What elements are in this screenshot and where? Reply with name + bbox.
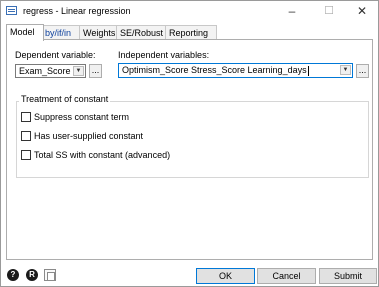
independent-browse-button[interactable]: ... xyxy=(356,64,369,78)
dialog-window: regress - Linear regression – ☐ ✕ Model … xyxy=(0,0,379,287)
maximize-icon[interactable]: ☐ xyxy=(319,3,339,19)
tab-weights[interactable]: Weights xyxy=(79,25,119,40)
tab-se-robust[interactable]: SE/Robust xyxy=(116,25,168,40)
suppress-constant-checkbox[interactable] xyxy=(21,112,31,122)
dependent-variable-label: Dependent variable: xyxy=(15,50,96,60)
ok-button[interactable]: OK xyxy=(196,268,255,284)
independent-variables-label: Independent variables: xyxy=(118,50,210,60)
user-supplied-constant-checkbox[interactable] xyxy=(21,131,31,141)
window-title: regress - Linear regression xyxy=(23,6,131,16)
tab-by-if-in[interactable]: by/if/in xyxy=(41,25,82,40)
chevron-down-icon[interactable]: ▼ xyxy=(73,66,84,76)
title-bar: regress - Linear regression – ☐ ✕ xyxy=(1,1,378,21)
constant-group-title: Treatment of constant xyxy=(19,94,111,104)
reset-icon[interactable]: R xyxy=(26,269,38,281)
minimize-icon[interactable]: – xyxy=(282,3,302,19)
tab-model[interactable]: Model xyxy=(6,24,44,41)
dependent-variable-value: Exam_Score xyxy=(19,66,71,76)
cancel-button[interactable]: Cancel xyxy=(257,268,316,284)
dependent-browse-button[interactable]: ... xyxy=(89,64,102,78)
copy-command-icon[interactable] xyxy=(44,269,56,281)
dependent-variable-combo[interactable]: Exam_Score ▼ xyxy=(15,64,86,78)
text-cursor xyxy=(307,65,309,76)
suppress-constant-label[interactable]: Suppress constant term xyxy=(34,112,129,122)
app-window-icon xyxy=(6,6,17,15)
close-icon[interactable]: ✕ xyxy=(350,3,374,19)
chevron-down-icon[interactable]: ▼ xyxy=(340,65,351,75)
total-ss-constant-label[interactable]: Total SS with constant (advanced) xyxy=(34,150,170,160)
independent-variables-value: Optimism_Score Stress_Score Learning_day… xyxy=(122,65,307,75)
total-ss-constant-checkbox[interactable] xyxy=(21,150,31,160)
help-icon[interactable]: ? xyxy=(7,269,19,281)
independent-variables-combo[interactable]: Optimism_Score Stress_Score Learning_day… xyxy=(118,63,353,78)
user-supplied-constant-label[interactable]: Has user-supplied constant xyxy=(34,131,143,141)
submit-button[interactable]: Submit xyxy=(319,268,377,284)
tab-reporting[interactable]: Reporting xyxy=(165,25,217,40)
